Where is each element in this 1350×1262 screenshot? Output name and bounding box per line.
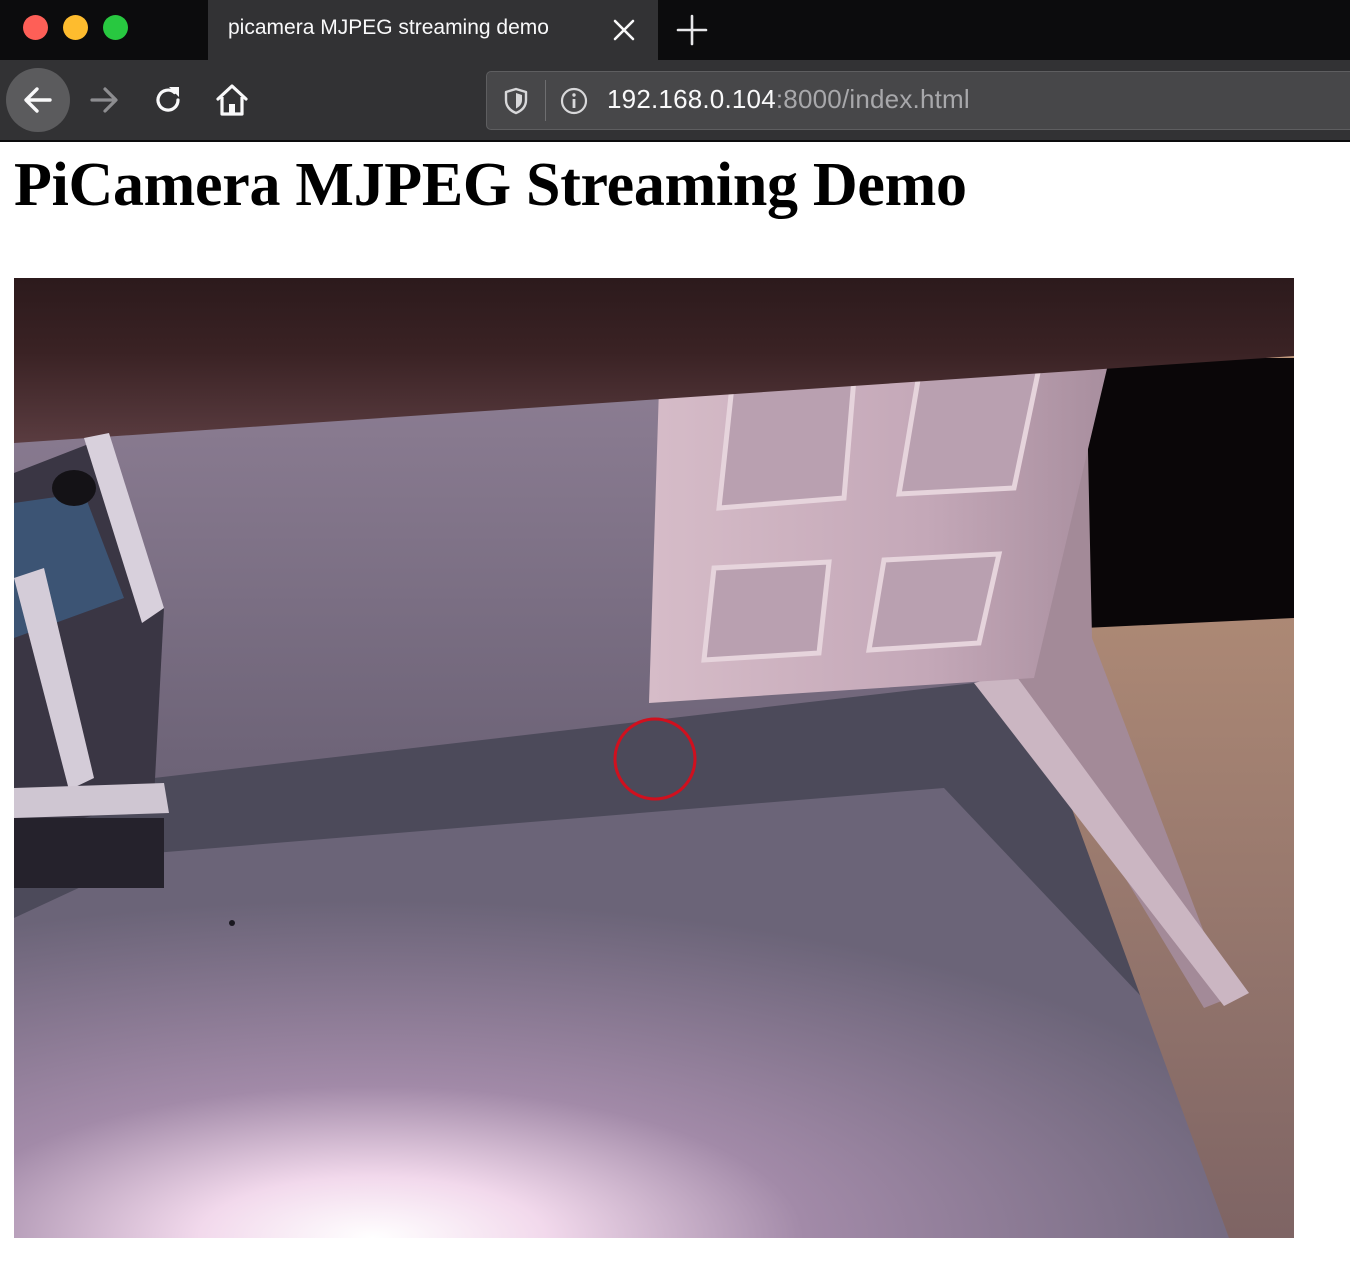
arrow-left-icon xyxy=(24,87,52,113)
info-icon[interactable] xyxy=(559,86,589,121)
reload-icon xyxy=(156,87,180,112)
url-text[interactable]: 192.168.0.104:8000/index.html xyxy=(607,84,970,115)
nav-toolbar: 192.168.0.104:8000/index.html xyxy=(0,60,1350,142)
tab-active[interactable]: picamera MJPEG streaming demo xyxy=(208,0,658,60)
reload-button[interactable] xyxy=(136,68,200,132)
window-close-button[interactable] xyxy=(23,15,48,40)
tab-bar: picamera MJPEG streaming demo xyxy=(0,0,1350,60)
window-maximize-button[interactable] xyxy=(103,15,128,40)
arrow-right-icon xyxy=(90,87,118,113)
back-button[interactable] xyxy=(6,68,70,132)
shield-icon[interactable] xyxy=(501,86,531,121)
address-bar[interactable]: 192.168.0.104:8000/index.html xyxy=(486,71,1350,130)
close-icon[interactable] xyxy=(608,14,640,46)
window-minimize-button[interactable] xyxy=(63,15,88,40)
camera-stream-image xyxy=(14,278,1294,1238)
plus-icon[interactable] xyxy=(672,10,712,50)
page-title: PiCamera MJPEG Streaming Demo xyxy=(14,151,967,219)
address-bar-divider xyxy=(545,80,546,121)
url-host: 192.168.0.104 xyxy=(607,84,776,114)
home-button[interactable] xyxy=(200,68,264,132)
forward-button[interactable] xyxy=(72,68,136,132)
url-path: :8000/index.html xyxy=(775,84,970,114)
home-icon xyxy=(216,84,248,116)
tab-title: picamera MJPEG streaming demo xyxy=(228,16,549,39)
